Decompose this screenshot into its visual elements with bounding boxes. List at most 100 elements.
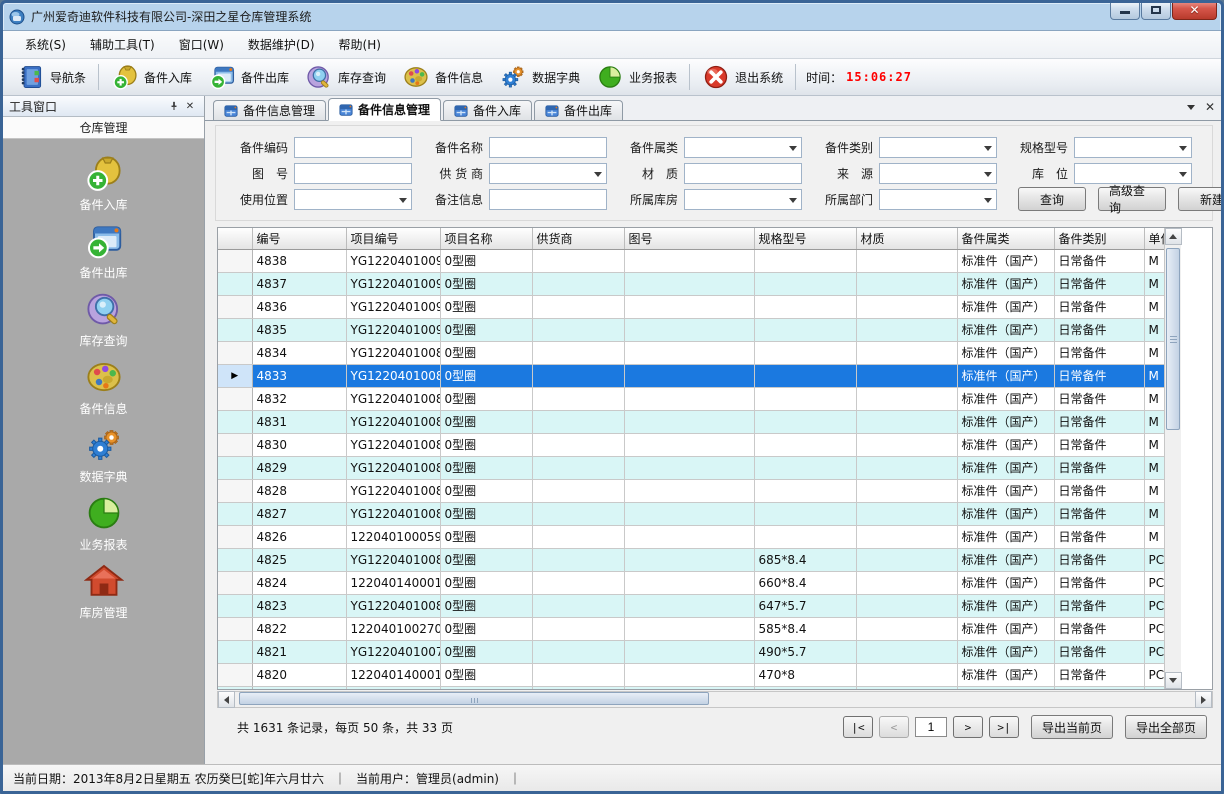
grid-cell[interactable] [532, 571, 624, 594]
grid-cell[interactable]: 4830 [252, 433, 346, 456]
horizontal-scroll-track[interactable] [235, 691, 1195, 708]
grid-cell[interactable]: 4831 [252, 410, 346, 433]
grid-cell[interactable] [532, 479, 624, 502]
grid-cell[interactable]: 日常备件 [1054, 249, 1144, 272]
grid-cell[interactable]: 0型圈 [440, 272, 532, 295]
grid-cell[interactable]: PC [1144, 663, 1164, 686]
grid-cell[interactable] [532, 318, 624, 341]
row-header-cell[interactable] [218, 341, 252, 364]
grid-cell[interactable]: 0型圈 [440, 617, 532, 640]
grid-cell[interactable]: 日常备件 [1054, 410, 1144, 433]
grid-cell[interactable]: 日常备件 [1054, 663, 1144, 686]
table-row[interactable]: 4834YG122040100890型圈标准件（国产）日常备件M [218, 341, 1164, 364]
grid-cell[interactable]: 0型圈 [440, 548, 532, 571]
grid-cell[interactable] [856, 479, 957, 502]
grid-cell[interactable]: 标准件（国产） [957, 341, 1054, 364]
grid-cell[interactable] [754, 456, 856, 479]
table-row[interactable]: 482612204010005990型圈标准件（国产）日常备件M [218, 525, 1164, 548]
filter-input-备注信息[interactable] [489, 189, 607, 210]
table-row-selected[interactable]: ▶4833YG122040100880型圈标准件（国产）日常备件M [218, 364, 1164, 387]
grid-cell[interactable]: 470*8 [754, 663, 856, 686]
grid-cell[interactable] [856, 433, 957, 456]
sidebar-section-header[interactable]: 仓库管理 [3, 117, 204, 139]
grid-cell[interactable] [754, 364, 856, 387]
grid-cell[interactable]: 标准件（国产） [957, 249, 1054, 272]
grid-cell[interactable]: 0型圈 [440, 663, 532, 686]
row-header-cell[interactable] [218, 502, 252, 525]
table-row[interactable]: 482212204010027000型圈585*8.4标准件（国产）日常备件PC [218, 617, 1164, 640]
table-row[interactable]: 4836YG122040100910型圈标准件（国产）日常备件M [218, 295, 1164, 318]
table-row[interactable]: 4832YG122040100870型圈标准件（国产）日常备件M [218, 387, 1164, 410]
row-header-cell[interactable] [218, 686, 252, 689]
grid-cell[interactable]: 1220401000599 [346, 525, 440, 548]
grid-cell[interactable]: 标准件（国产） [957, 663, 1054, 686]
grid-cell[interactable]: 标准件（国产） [957, 548, 1054, 571]
grid-cell[interactable]: 标准件（国产） [957, 525, 1054, 548]
grid-cell[interactable] [856, 571, 957, 594]
table-row[interactable]: 4827YG122040100820型圈标准件（国产）日常备件M [218, 502, 1164, 525]
grid-cell[interactable]: M [1144, 318, 1164, 341]
sidebar-close-icon[interactable]: ✕ [182, 99, 198, 114]
grid-cell[interactable] [754, 686, 856, 689]
row-header-cell[interactable] [218, 663, 252, 686]
grid-cell[interactable]: 日常备件 [1054, 686, 1144, 689]
grid-column-header-项目名称[interactable]: 项目名称 [440, 228, 532, 249]
grid-cell[interactable]: 日常备件 [1054, 387, 1144, 410]
grid-cell[interactable]: 4838 [252, 249, 346, 272]
grid-cell[interactable]: 0型圈 [440, 479, 532, 502]
row-header-cell[interactable] [218, 548, 252, 571]
grid-cell[interactable]: YG12204010093 [346, 249, 440, 272]
chevron-down-icon[interactable] [1187, 105, 1195, 110]
scroll-right-button[interactable] [1195, 691, 1212, 708]
table-row[interactable]: 482412204014000120型圈660*8.4标准件（国产）日常备件PC [218, 571, 1164, 594]
filter-input-备件编码[interactable] [294, 137, 412, 158]
grid-cell[interactable]: 4823 [252, 594, 346, 617]
grid-cell[interactable]: YG12204010088 [346, 364, 440, 387]
grid-cell[interactable] [754, 410, 856, 433]
grid-cell[interactable] [856, 341, 957, 364]
grid-cell[interactable]: 0型圈 [440, 686, 532, 689]
grid-cell[interactable]: 标准件（国产） [957, 571, 1054, 594]
filter-select-备件属类[interactable] [684, 137, 802, 158]
grid-cell[interactable]: M [1144, 249, 1164, 272]
grid-cell[interactable] [532, 341, 624, 364]
grid-cell[interactable]: 标准件（国产） [957, 272, 1054, 295]
grid-cell[interactable]: 585*8.4 [754, 617, 856, 640]
row-header-cell[interactable] [218, 617, 252, 640]
grid-cell[interactable]: 4828 [252, 479, 346, 502]
grid-cell[interactable]: 0型圈 [440, 640, 532, 663]
row-header-cell[interactable] [218, 433, 252, 456]
grid-cell[interactable]: 4833 [252, 364, 346, 387]
grid-cell[interactable]: PC [1144, 594, 1164, 617]
grid-cell[interactable] [856, 295, 957, 318]
grid-cell[interactable]: 日常备件 [1054, 433, 1144, 456]
horizontal-scroll-thumb[interactable] [239, 692, 709, 705]
page-number-input[interactable] [915, 717, 947, 737]
grid-cell[interactable]: YG12204010084 [346, 456, 440, 479]
table-row[interactable]: 4828YG122040100830型圈标准件（国产）日常备件M [218, 479, 1164, 502]
grid-cell[interactable] [624, 640, 754, 663]
grid-cell[interactable]: 标准件（国产） [957, 410, 1054, 433]
grid-cell[interactable] [856, 456, 957, 479]
grid-cell[interactable] [856, 364, 957, 387]
grid-cell[interactable]: 4832 [252, 387, 346, 410]
grid-cell[interactable]: 日常备件 [1054, 640, 1144, 663]
maximize-button[interactable] [1141, 0, 1171, 20]
grid-cell[interactable] [856, 410, 957, 433]
grid-cell[interactable]: 标准件（国产） [957, 364, 1054, 387]
row-header-cell[interactable] [218, 479, 252, 502]
sidebar-item-parts-info[interactable]: 备件信息 [3, 357, 204, 425]
menu-item-系统(S)[interactable]: 系统(S) [13, 32, 78, 57]
grid-cell[interactable]: M [1144, 433, 1164, 456]
grid-cell[interactable]: 日常备件 [1054, 502, 1144, 525]
grid-cell[interactable] [1144, 686, 1164, 689]
horizontal-scrollbar[interactable] [217, 691, 1213, 708]
close-button[interactable]: ✕ [1172, 0, 1217, 20]
grid-cell[interactable] [754, 433, 856, 456]
toolbar-button-exit[interactable]: 退出系统 [694, 60, 791, 94]
grid-cell[interactable]: YG12204010092 [346, 272, 440, 295]
grid-cell[interactable]: 日常备件 [1054, 479, 1144, 502]
vertical-scroll-thumb[interactable] [1166, 248, 1180, 430]
scroll-up-button[interactable] [1165, 228, 1182, 245]
grid-cell[interactable]: 4821 [252, 640, 346, 663]
